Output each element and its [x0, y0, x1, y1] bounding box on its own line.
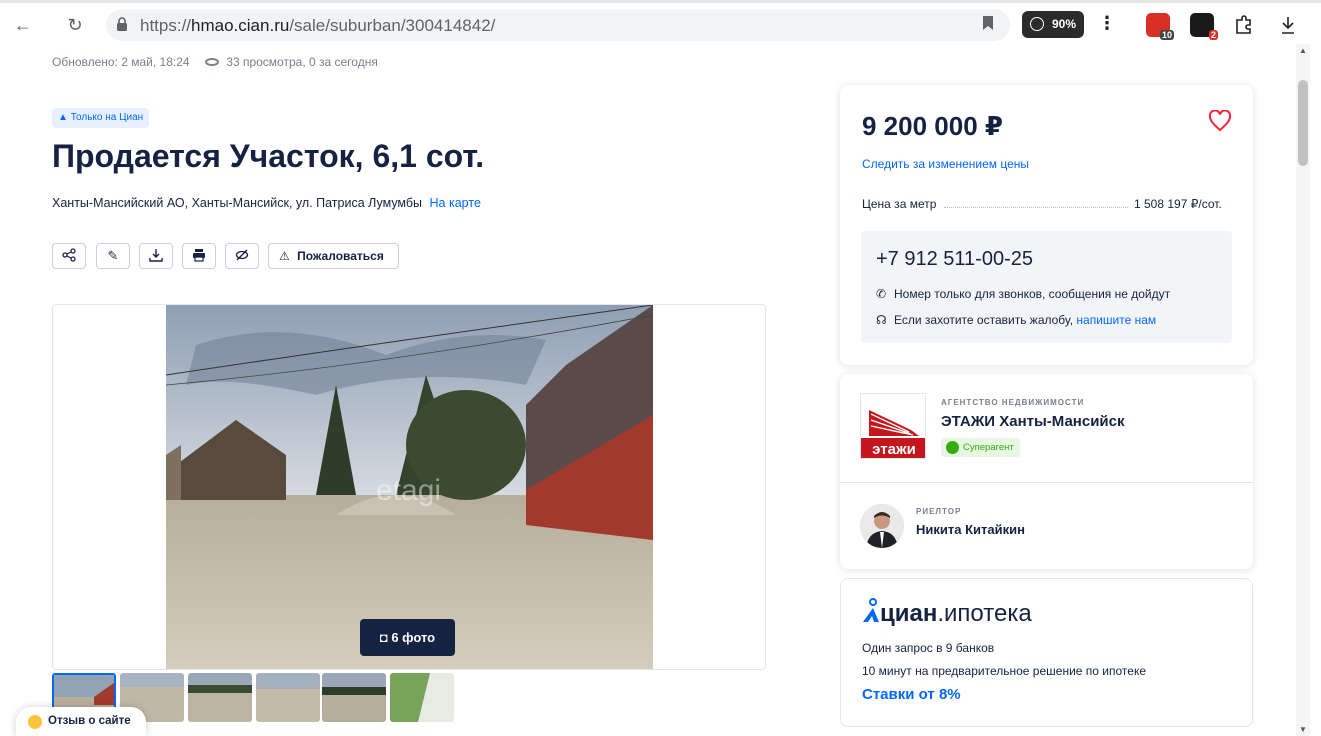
share-button[interactable]	[52, 243, 86, 269]
agency-logo[interactable]: этажи	[860, 393, 926, 459]
updated-date: Обновлено: 2 май, 18:24	[52, 55, 190, 69]
hide-button[interactable]	[225, 243, 259, 269]
zoom-badge[interactable]: 90%	[1022, 11, 1084, 38]
star-icon	[946, 441, 959, 454]
agency-type: АГЕНТСТВО НЕДВИЖИМОСТИ	[941, 398, 1085, 407]
warning-icon: ⚠	[279, 249, 290, 263]
puzzle-icon[interactable]	[1232, 13, 1256, 37]
zoom-icon	[1030, 17, 1044, 31]
write-us-link[interactable]: напишите нам	[1076, 313, 1156, 327]
browser-toolbar: ← ↻ https://hmao.cian.ru/sale/suburban/3…	[0, 0, 1321, 44]
url-text: https://hmao.cian.ru/sale/suburban/30041…	[140, 16, 496, 35]
photo-count-button[interactable]: ◘ 6 фото	[360, 619, 455, 656]
page-scrollbar[interactable]: ▲ ▼	[1296, 44, 1310, 736]
download-pdf-button[interactable]	[139, 243, 173, 269]
cian-mortgage-logo: циан.ипотека	[862, 598, 1032, 628]
plot-photo-image: etagi	[166, 305, 653, 669]
share-icon	[62, 248, 76, 262]
arrow-up-icon: ▲	[58, 112, 68, 123]
realtor-photo	[860, 504, 904, 548]
complain-button[interactable]: ⚠ Пожаловаться	[268, 243, 399, 269]
realtor-name[interactable]: Никита Китайкин	[916, 522, 1025, 537]
svg-text:этажи: этажи	[872, 441, 916, 458]
agency-logo-image: этажи	[861, 410, 925, 458]
extension-icon-2[interactable]: 2	[1190, 13, 1218, 40]
print-icon	[193, 249, 205, 262]
thumbnail-image	[188, 673, 252, 722]
price-per-unit-value: 1 508 197 ₽/сот.	[1134, 197, 1222, 211]
bookmark-icon[interactable]	[982, 15, 994, 31]
mortgage-line-2: 10 минут на предварительное решение по и…	[862, 664, 1146, 678]
back-arrow-icon[interactable]: ←	[12, 14, 34, 36]
smile-icon	[28, 715, 42, 729]
phone-number[interactable]: +7 912 511-00-25	[876, 248, 1033, 271]
edit-button[interactable]: ✎	[96, 243, 130, 269]
divider	[840, 482, 1253, 483]
thumbnail-image	[322, 673, 386, 722]
mortgage-line-1: Один запрос в 9 банков	[862, 641, 995, 655]
lock-icon	[117, 17, 127, 31]
scrollbar-thumb[interactable]	[1298, 80, 1308, 166]
calls-only-note: ✆ Номер только для звонков, сообщения не …	[876, 287, 1171, 301]
reload-icon[interactable]: ↻	[64, 14, 86, 36]
thumbnail-map-image	[390, 673, 454, 722]
map-link[interactable]: На карте	[430, 196, 481, 210]
address-bar[interactable]: https://hmao.cian.ru/sale/suburban/30041…	[106, 9, 1010, 41]
hide-eye-icon	[235, 249, 249, 261]
download-icon	[149, 249, 163, 262]
phone-icon: ✆	[876, 287, 887, 301]
price: 9 200 000 ₽	[862, 111, 1003, 141]
camera-icon: ◘	[379, 630, 388, 645]
view-count: 33 просмотра, 0 за сегодня	[226, 55, 378, 69]
scroll-down-icon[interactable]: ▼	[1299, 725, 1307, 734]
cian-logo-icon	[863, 598, 879, 622]
site-feedback-button[interactable]: Отзыв о сайте	[16, 707, 146, 736]
extension-icon-1[interactable]: 10	[1146, 13, 1174, 40]
eye-icon	[204, 58, 219, 66]
realtor-avatar[interactable]	[860, 504, 904, 548]
dotted-leader	[944, 207, 1128, 208]
page-title: Продается Участок, 6,1 сот.	[52, 138, 485, 174]
photo-thumbnail[interactable]	[188, 673, 252, 722]
more-menu-icon[interactable]: ⋮	[1098, 13, 1116, 34]
thumbnail-image	[256, 673, 320, 722]
scroll-up-icon[interactable]: ▲	[1299, 46, 1307, 55]
superagent-badge: Суперагент	[941, 438, 1020, 457]
photo-thumbnail[interactable]	[390, 673, 454, 722]
download-icon[interactable]	[1276, 13, 1300, 37]
photo-thumbnail[interactable]	[256, 673, 320, 722]
price-per-unit-label: Цена за метр	[862, 197, 937, 211]
agency-name[interactable]: ЭТАЖИ Ханты-Мансийск	[941, 413, 1125, 430]
rates-link[interactable]: Ставки от 8%	[862, 686, 961, 703]
only-on-cian-badge: ▲ Только на Циан	[52, 108, 150, 128]
listing-meta: Обновлено: 2 май, 18:24 33 просмотра, 0 …	[52, 55, 378, 69]
photo-watermark: etagi	[376, 474, 441, 507]
print-button[interactable]	[182, 243, 216, 269]
pencil-icon: ✎	[107, 248, 119, 263]
photo-thumbnail[interactable]	[322, 673, 386, 722]
photo-gallery[interactable]: etagi	[52, 304, 766, 670]
follow-price-link[interactable]: Следить за изменением цены	[862, 157, 1029, 171]
address: Ханты-Мансийский АО, Ханты-Мансийск, ул.…	[52, 196, 481, 210]
favorite-heart-icon[interactable]	[1208, 110, 1232, 132]
realtor-role: РИЕЛТОР	[916, 507, 962, 516]
headset-icon: ☊	[876, 313, 887, 327]
main-photo[interactable]: etagi	[166, 305, 653, 669]
complaint-note: ☊ Если захотите оставить жалобу, напишите…	[876, 313, 1157, 327]
